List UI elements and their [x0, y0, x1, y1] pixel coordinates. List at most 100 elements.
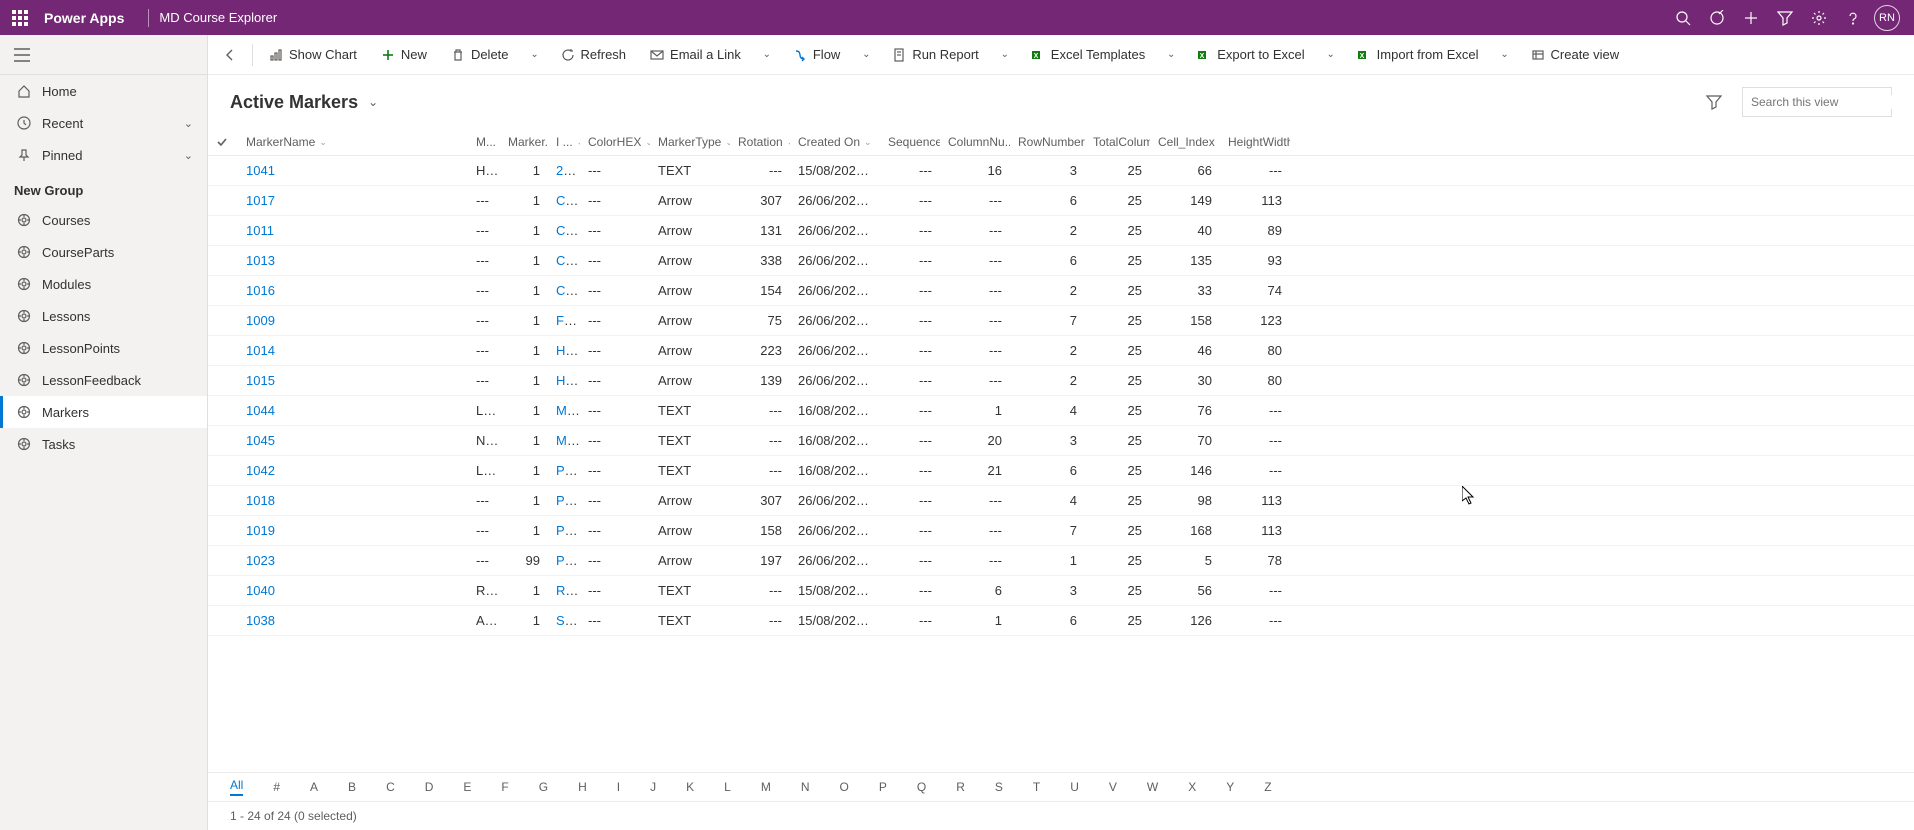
data-grid[interactable]: MarkerName⌄ M...⌄ Marker...↑⌄ I ...⌄ Col… [208, 129, 1914, 772]
alpha-u[interactable]: U [1070, 780, 1079, 794]
sidebar-item-courses[interactable]: Courses [0, 204, 207, 236]
templates-split[interactable]: ⌄ [1159, 49, 1183, 60]
email-link-button[interactable]: Email a Link [640, 39, 751, 71]
column-m[interactable]: M...⌄ [468, 129, 500, 156]
flow-button[interactable]: Flow [783, 39, 850, 71]
help-icon[interactable] [1836, 1, 1870, 35]
column-sequence[interactable]: Sequence⌄ [880, 129, 940, 156]
alpha-k[interactable]: K [686, 780, 694, 794]
column-rotation[interactable]: Rotation⌄ [730, 129, 790, 156]
alpha-c[interactable]: C [386, 780, 395, 794]
export-excel-button[interactable]: XExport to Excel [1187, 39, 1314, 71]
sidebar-item-modules[interactable]: Modules [0, 268, 207, 300]
view-selector[interactable]: ⌄ [368, 95, 378, 109]
column-colorhex[interactable]: ColorHEX⌄ [580, 129, 650, 156]
column-marker[interactable]: Marker...↑⌄ [500, 129, 548, 156]
add-icon[interactable] [1734, 1, 1768, 35]
settings-icon[interactable] [1802, 1, 1836, 35]
app-launcher-icon[interactable] [10, 8, 30, 28]
filter-icon[interactable] [1768, 1, 1802, 35]
alpha-b[interactable]: B [348, 780, 356, 794]
show-chart-button[interactable]: Show Chart [259, 39, 367, 71]
table-row[interactable]: 1016 --- 1 Closure --- Arrow 154 26/06/2… [208, 276, 1914, 306]
sidebar-pinned[interactable]: Pinned ⌄ [0, 139, 207, 171]
alpha-h[interactable]: H [578, 780, 587, 794]
table-row[interactable]: 1042 Lei... 1 Position --- TEXT --- 16/0… [208, 456, 1914, 486]
delete-split[interactable]: ⌄ [523, 49, 547, 60]
export-split[interactable]: ⌄ [1319, 49, 1343, 60]
alpha-#[interactable]: # [273, 780, 280, 794]
import-split[interactable]: ⌄ [1493, 49, 1517, 60]
alpha-all[interactable]: All [230, 778, 243, 796]
column-cellindex[interactable]: Cell_Index⌄ [1150, 129, 1220, 156]
alpha-l[interactable]: L [724, 780, 731, 794]
search-icon[interactable] [1666, 1, 1700, 35]
sidebar-item-lessons[interactable]: Lessons [0, 300, 207, 332]
column-columnnum[interactable]: ColumnNu...⌄ [940, 129, 1010, 156]
search-box[interactable] [1742, 87, 1892, 117]
report-split[interactable]: ⌄ [993, 49, 1017, 60]
column-markername[interactable]: MarkerName⌄ [238, 129, 468, 156]
table-row[interactable]: 1023 --- 99 Proximi --- Arrow 197 26/06/… [208, 546, 1914, 576]
table-row[interactable]: 1014 --- 1 How hu --- Arrow 223 26/06/20… [208, 336, 1914, 366]
run-report-button[interactable]: Run Report [882, 39, 988, 71]
alpha-j[interactable]: J [650, 780, 656, 794]
alpha-p[interactable]: P [879, 780, 887, 794]
column-createdon[interactable]: Created On⌄ [790, 129, 880, 156]
sidebar-item-lessonfeedback[interactable]: LessonFeedback [0, 364, 207, 396]
table-row[interactable]: 1040 Ra... 1 Ranieri --- TEXT --- 15/08/… [208, 576, 1914, 606]
alpha-s[interactable]: S [995, 780, 1003, 794]
alpha-q[interactable]: Q [917, 780, 926, 794]
select-all-column[interactable] [208, 129, 238, 156]
table-row[interactable]: 1013 --- 1 Closure --- Arrow 338 26/06/2… [208, 246, 1914, 276]
column-rownumber[interactable]: RowNumber⌄ [1010, 129, 1085, 156]
table-row[interactable]: 1017 --- 1 Closure --- Arrow 307 26/06/2… [208, 186, 1914, 216]
alpha-e[interactable]: E [463, 780, 471, 794]
refresh-button[interactable]: Refresh [551, 39, 637, 71]
table-row[interactable]: 1015 --- 1 How hu --- Arrow 139 26/06/20… [208, 366, 1914, 396]
create-view-button[interactable]: Create view [1521, 39, 1630, 71]
back-button[interactable] [214, 39, 246, 71]
alpha-x[interactable]: X [1188, 780, 1196, 794]
alpha-a[interactable]: A [310, 780, 318, 794]
alpha-w[interactable]: W [1147, 780, 1158, 794]
column-totalcolumn[interactable]: TotalColum...⌄ [1085, 129, 1150, 156]
alpha-m[interactable]: M [761, 780, 771, 794]
column-i[interactable]: I ...⌄ [548, 129, 580, 156]
column-heightwidth[interactable]: HeightWidth⌄ [1220, 129, 1290, 156]
delete-button[interactable]: Delete [441, 39, 519, 71]
alpha-f[interactable]: F [501, 780, 508, 794]
alpha-t[interactable]: T [1033, 780, 1040, 794]
hamburger-icon[interactable] [0, 35, 207, 75]
alpha-i[interactable]: I [617, 780, 620, 794]
alpha-v[interactable]: V [1109, 780, 1117, 794]
table-row[interactable]: 1045 Ne... 1 Massive --- TEXT --- 16/08/… [208, 426, 1914, 456]
sidebar-item-courseparts[interactable]: CourseParts [0, 236, 207, 268]
alpha-n[interactable]: N [801, 780, 810, 794]
search-input[interactable] [1751, 95, 1906, 109]
email-split[interactable]: ⌄ [755, 49, 779, 60]
sidebar-recent[interactable]: Recent ⌄ [0, 107, 207, 139]
sidebar-item-markers[interactable]: Markers [0, 396, 207, 428]
alpha-g[interactable]: G [539, 780, 548, 794]
sidebar-home[interactable]: Home [0, 75, 207, 107]
alpha-o[interactable]: O [840, 780, 849, 794]
table-row[interactable]: 1018 --- 1 Proximi --- Arrow 307 26/06/2… [208, 486, 1914, 516]
table-row[interactable]: 1038 All ... 1 Should --- TEXT --- 15/08… [208, 606, 1914, 636]
flow-split[interactable]: ⌄ [854, 49, 878, 60]
sidebar-item-lessonpoints[interactable]: LessonPoints [0, 332, 207, 364]
avatar[interactable]: RN [1870, 1, 1904, 35]
filter-icon[interactable] [1706, 94, 1722, 110]
alpha-y[interactable]: Y [1226, 780, 1234, 794]
alpha-z[interactable]: Z [1264, 780, 1271, 794]
excel-templates-button[interactable]: XExcel Templates [1021, 39, 1155, 71]
target-icon[interactable] [1700, 1, 1734, 35]
alpha-r[interactable]: R [956, 780, 965, 794]
alpha-d[interactable]: D [425, 780, 434, 794]
sidebar-item-tasks[interactable]: Tasks [0, 428, 207, 460]
table-row[interactable]: 1011 --- 1 Closure --- Arrow 131 26/06/2… [208, 216, 1914, 246]
table-row[interactable]: 1009 --- 1 Figure C --- Arrow 75 26/06/2… [208, 306, 1914, 336]
table-row[interactable]: 1044 Lei... 1 Massive --- TEXT --- 16/08… [208, 396, 1914, 426]
import-excel-button[interactable]: XImport from Excel [1347, 39, 1489, 71]
column-markertype[interactable]: MarkerType⌄ [650, 129, 730, 156]
